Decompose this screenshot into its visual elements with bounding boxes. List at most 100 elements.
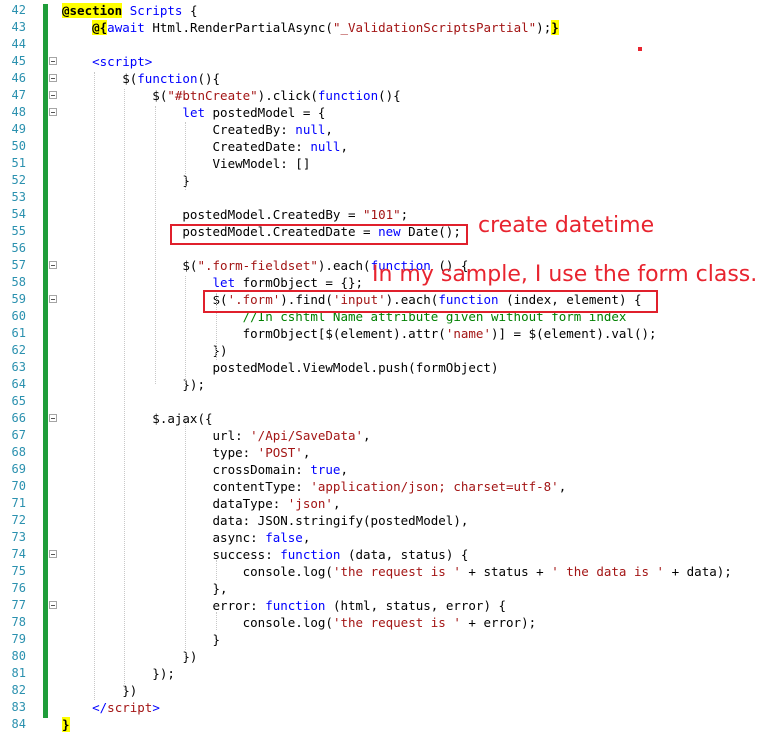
- code-line[interactable]: CreatedDate: null,: [62, 138, 349, 155]
- code-token: @section: [62, 3, 123, 18]
- code-token: "_ValidationScriptsPartial": [332, 20, 537, 35]
- code-line[interactable]: }): [62, 682, 137, 699]
- code-token: data: JSON.stringify(postedModel),: [62, 513, 469, 528]
- code-line[interactable]: CreatedBy: null,: [62, 121, 333, 138]
- collapse-toggle-icon[interactable]: [49, 414, 57, 422]
- code-token: $(: [62, 71, 138, 86]
- code-line[interactable]: url: '/Api/SaveData',: [62, 427, 371, 444]
- line-number: 44: [11, 37, 26, 51]
- code-token: postedModel.CreatedBy =: [62, 207, 364, 222]
- code-token: }: [551, 20, 559, 35]
- collapse-toggle-icon[interactable]: [49, 261, 57, 269]
- code-line[interactable]: }): [62, 648, 197, 665]
- line-number: 60: [11, 309, 26, 323]
- code-line[interactable]: <script>: [62, 53, 152, 70]
- code-token: url:: [62, 428, 251, 443]
- code-line[interactable]: }: [62, 716, 70, 733]
- code-token: });: [62, 666, 175, 681]
- line-number: 62: [11, 343, 26, 357]
- code-line[interactable]: formObject[$(element).attr('name')] = $(…: [62, 325, 657, 342]
- line-number: 47: [11, 88, 26, 102]
- code-token: ,: [302, 445, 311, 460]
- code-line[interactable]: ViewModel: []: [62, 155, 311, 172]
- code-token: ,: [302, 530, 311, 545]
- line-number: 68: [11, 445, 26, 459]
- code-token: )] = $(element).val();: [490, 326, 657, 341]
- code-token: null: [310, 139, 341, 154]
- code-line[interactable]: </script>: [62, 699, 160, 716]
- code-token: Scripts: [129, 3, 183, 18]
- code-token: 'json': [287, 496, 333, 511]
- line-number: 77: [11, 598, 26, 612]
- code-token: $.ajax({: [62, 411, 213, 426]
- collapse-toggle-icon[interactable]: [49, 295, 57, 303]
- code-token: ).each(: [317, 258, 371, 273]
- code-token: 'the request is ': [332, 564, 461, 579]
- code-line[interactable]: let formObject = {};: [62, 274, 364, 291]
- code-line[interactable]: },: [62, 580, 228, 597]
- code-line[interactable]: });: [62, 376, 205, 393]
- code-line[interactable]: console.log('the request is ' + status +…: [62, 563, 732, 580]
- code-line[interactable]: @{await Html.RenderPartialAsync("_Valida…: [62, 19, 559, 36]
- code-line[interactable]: });: [62, 665, 175, 682]
- code-line[interactable]: }): [62, 342, 228, 359]
- collapse-toggle-icon[interactable]: [49, 550, 57, 558]
- code-line[interactable]: $("#btnCreate").click(function(){: [62, 87, 401, 104]
- code-token: 'name': [445, 326, 491, 341]
- code-token: false: [265, 530, 303, 545]
- collapse-toggle-icon[interactable]: [49, 108, 57, 116]
- code-line[interactable]: contentType: 'application/json; charset=…: [62, 478, 567, 495]
- code-token: }: [62, 632, 221, 647]
- code-line[interactable]: async: false,: [62, 529, 311, 546]
- code-token: });: [62, 377, 205, 392]
- code-token: Html.RenderPartialAsync(: [144, 20, 333, 35]
- line-number: 70: [11, 479, 26, 493]
- line-number: 43: [11, 20, 26, 34]
- code-line[interactable]: $.ajax({: [62, 410, 213, 427]
- code-line[interactable]: postedModel.CreatedBy = "101";: [62, 206, 408, 223]
- collapse-toggle-icon[interactable]: [49, 91, 57, 99]
- code-token: }): [62, 683, 138, 698]
- code-token: }: [62, 717, 70, 732]
- code-token: await: [107, 20, 145, 35]
- collapse-toggle-icon[interactable]: [49, 57, 57, 65]
- line-number: 78: [11, 615, 26, 629]
- code-line[interactable]: dataType: 'json',: [62, 495, 341, 512]
- code-token: ,: [325, 122, 333, 137]
- code-line[interactable]: data: JSON.stringify(postedModel),: [62, 512, 469, 529]
- code-line[interactable]: @section Scripts {: [62, 2, 198, 19]
- code-token: $(: [62, 258, 198, 273]
- code-line[interactable]: postedModel.ViewModel.push(formObject): [62, 359, 499, 376]
- code-token: CreatedDate:: [62, 139, 311, 154]
- collapse-toggle-icon[interactable]: [49, 601, 57, 609]
- code-line[interactable]: console.log('the request is ' + error);: [62, 614, 537, 631]
- code-line[interactable]: }: [62, 172, 190, 189]
- code-token: </: [92, 700, 108, 715]
- collapse-toggle-icon[interactable]: [49, 74, 57, 82]
- code-token: ,: [332, 496, 341, 511]
- indent-guide: [185, 122, 186, 190]
- line-number: 69: [11, 462, 26, 476]
- code-token: formObject = {};: [235, 275, 364, 290]
- code-line[interactable]: $(function(){: [62, 70, 220, 87]
- line-number: 57: [11, 258, 26, 272]
- code-token: '/Api/SaveData': [250, 428, 364, 443]
- indent-guide: [216, 560, 217, 580]
- code-line[interactable]: error: function (html, status, error) {: [62, 597, 507, 614]
- code-line[interactable]: type: 'POST',: [62, 444, 311, 461]
- line-number: 81: [11, 666, 26, 680]
- code-editor[interactable]: 42 43 44 45 46 47 48 49 50 51 52 53 54 55 56 57 58 59 60 61…: [0, 0, 769, 741]
- line-number: 56: [11, 241, 26, 255]
- code-token: }): [62, 649, 198, 664]
- code-line[interactable]: let postedModel = {: [62, 104, 325, 121]
- code-token: (){: [378, 88, 401, 103]
- line-number: 46: [11, 71, 26, 85]
- code-line[interactable]: }: [62, 631, 221, 648]
- code-token: script: [107, 700, 153, 715]
- line-number: 63: [11, 360, 26, 374]
- code-line[interactable]: crossDomain: true,: [62, 461, 349, 478]
- code-line[interactable]: success: function (data, status) {: [62, 546, 469, 563]
- line-number: 54: [11, 207, 26, 221]
- code-token: function: [137, 71, 198, 86]
